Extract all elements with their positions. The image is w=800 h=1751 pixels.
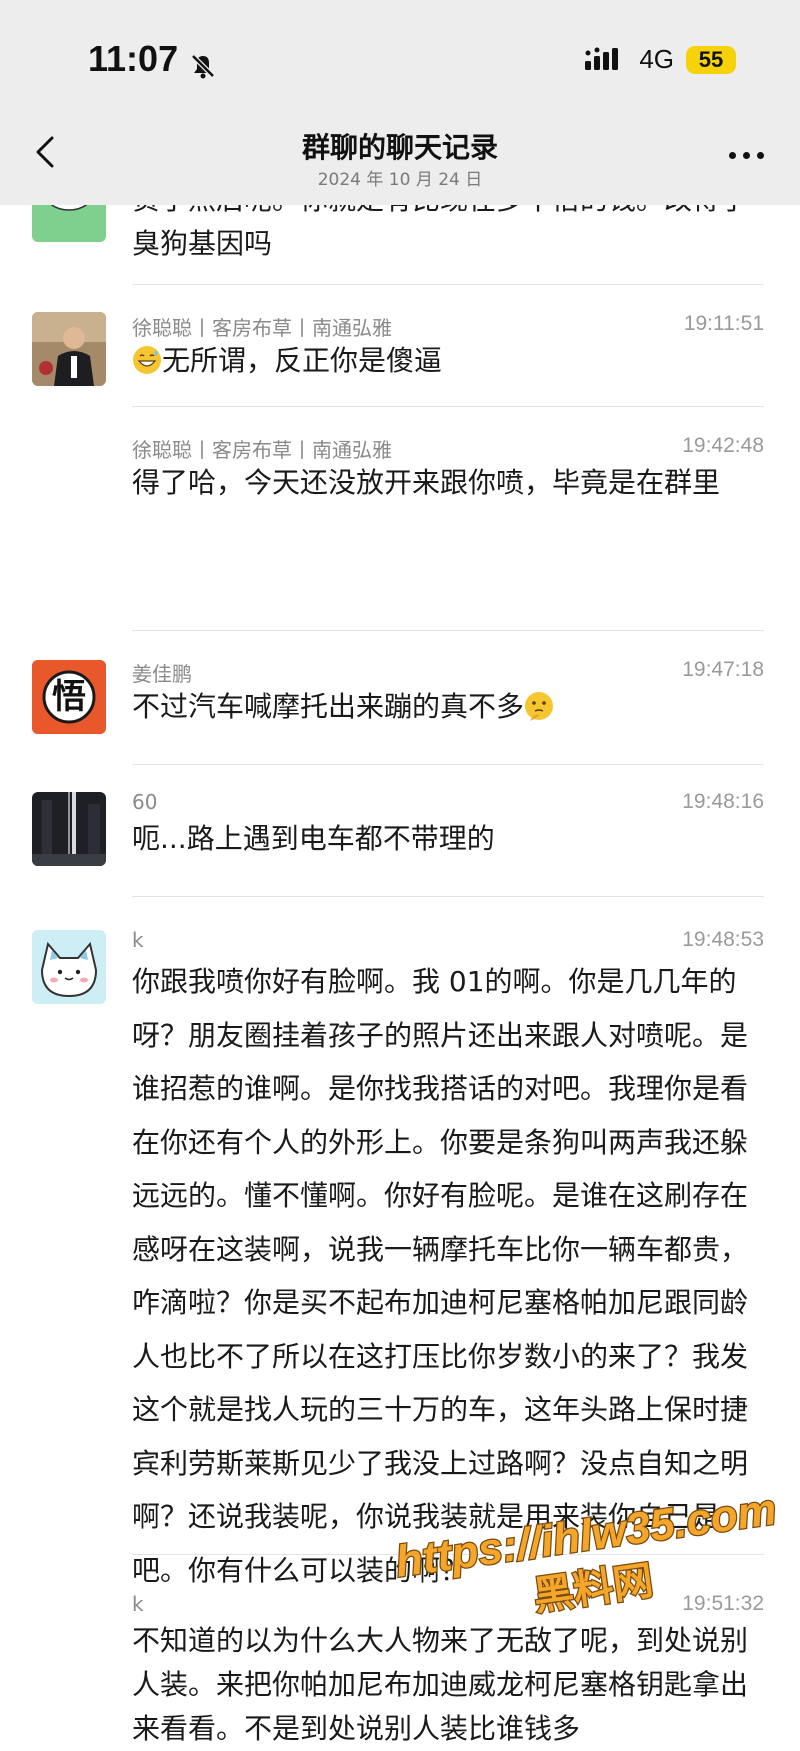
grinning-sweat-emoji	[132, 344, 162, 374]
message-divider	[132, 284, 764, 285]
message-text: 无所谓，反正你是傻逼	[132, 339, 762, 383]
message-divider	[132, 630, 764, 631]
status-time-text: 11:07	[88, 38, 179, 79]
sender-name: 徐聪聪丨客房布草丨南通弘雅	[132, 438, 392, 462]
city-night-avatar[interactable]	[32, 792, 106, 866]
wu-kanji-avatar[interactable]: 悟	[32, 660, 106, 734]
message-time: 19:51:32	[682, 1592, 764, 1615]
status-indicators: 4G 55	[583, 44, 736, 75]
message-text: 不知道的以为什么大人物来了无敌了呢，到处说别人装。来把你帕加尼布加迪威龙柯尼塞格…	[132, 1624, 749, 1745]
sender-name: 60	[132, 790, 158, 814]
thinking-face-emoji	[524, 690, 554, 721]
message-text-content: 不过汽车喊摩托出来蹦的真不多	[132, 690, 525, 723]
message-divider	[132, 406, 764, 407]
bell-off-icon	[190, 46, 216, 79]
more-dot	[757, 152, 764, 159]
network-type: 4G	[639, 44, 674, 74]
nav-bar: 群聊的聊天记录 2024 年 10 月 24 日	[0, 120, 800, 205]
sender-name: 姜佳鹏	[132, 662, 192, 686]
person-photo-avatar[interactable]	[32, 312, 106, 386]
avatar-char: 悟	[52, 677, 86, 717]
status-bar: 11:07 4G 55	[0, 0, 800, 120]
message-text: 得了哈，今天还没放开来跟你喷，毕竟是在群里	[132, 466, 721, 499]
message-divider	[132, 896, 764, 897]
more-dot	[743, 152, 750, 159]
page-title: 群聊的聊天记录	[301, 131, 498, 164]
sender-name: k	[132, 1592, 144, 1616]
message-text-content: 无所谓，反正你是傻逼	[162, 344, 443, 377]
message-text: 你跟我喷你好有脸啊。我 01的啊。你是几几年的呀？朋友圈挂着孩子的照片还出来跟人…	[132, 965, 749, 1587]
more-dot	[729, 152, 736, 159]
message-divider	[132, 1554, 764, 1555]
battery-indicator: 55	[686, 45, 736, 74]
message-time: 19:48:16	[682, 790, 764, 813]
page-subtitle: 2024 年 10 月 24 日	[317, 170, 483, 190]
message-time: 19:48:53	[682, 928, 764, 951]
message-text: 呃...路上遇到电车都不带理的	[132, 822, 495, 855]
sender-name: 徐聪聪丨客房布草丨南通弘雅	[132, 316, 392, 340]
message-time: 19:42:48	[682, 434, 764, 457]
more-button[interactable]	[729, 152, 764, 159]
chat-history-header: 11:07 4G 55 群聊的聊天记录 2024 年 10 月 24 日	[0, 0, 800, 205]
sender-name: k	[132, 928, 144, 952]
message-divider	[132, 764, 764, 765]
cartoon-cat-avatar[interactable]	[32, 930, 106, 1004]
message-time: 19:47:18	[682, 658, 764, 681]
chat-history-list[interactable]: 贵了然后呢。你就是有比现在多十倍的钱。改得了臭狗基因吗 徐聪聪丨客房布草丨南通弘…	[0, 0, 800, 1745]
message-text: 不过汽车喊摩托出来蹦的真不多	[132, 685, 762, 729]
signal-icon	[583, 47, 627, 73]
status-time: 11:07	[88, 38, 216, 80]
message-time: 19:11:51	[683, 312, 764, 335]
